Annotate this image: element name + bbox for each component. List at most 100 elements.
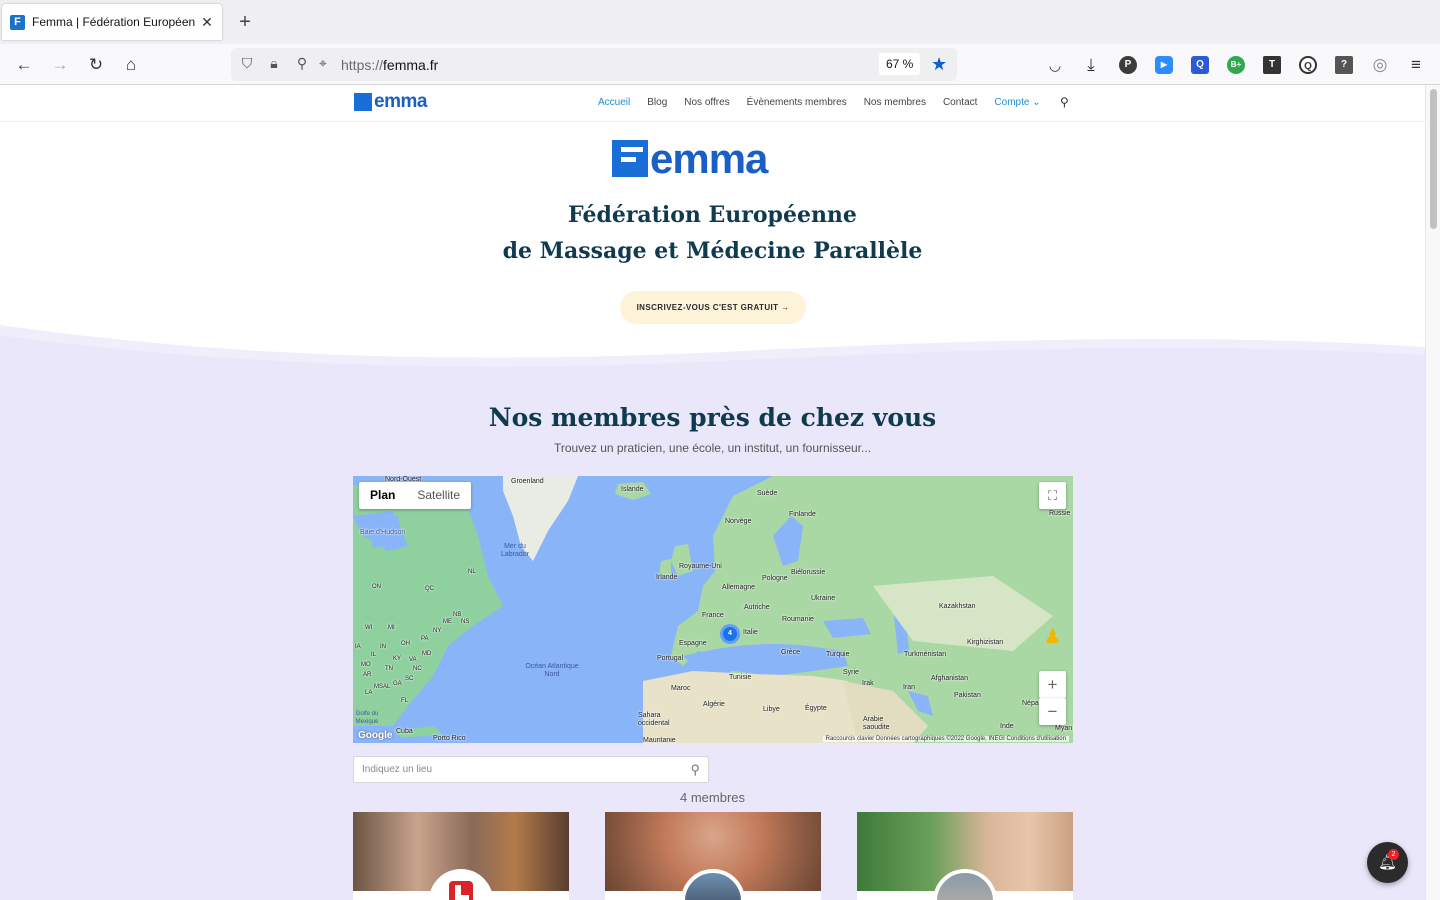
main-nav: Accueil Blog Nos offres Évènements membr… (598, 97, 1041, 108)
map-label: Porto Rico (433, 735, 466, 742)
map-label: Roumanie (782, 616, 814, 623)
chevron-down-icon: ⌄ (1032, 97, 1041, 108)
account-icon[interactable]: ◎ (1368, 53, 1392, 77)
zoom-in-button[interactable]: + (1039, 671, 1066, 698)
reload-icon[interactable]: ↻ (84, 53, 108, 77)
map-label: Pakistan (954, 692, 981, 699)
map-pin-icon[interactable]: ⚲ (690, 757, 700, 782)
permissions-icon[interactable]: ⚲ (293, 55, 311, 72)
map-label: IA (355, 644, 361, 650)
map-label: Pologne (762, 575, 788, 582)
map-label: KY (393, 656, 402, 662)
nav-accueil[interactable]: Accueil (598, 97, 630, 108)
members-map[interactable]: Groenland Nord-Ouest Islande Suède Finla… (353, 476, 1073, 743)
member-card[interactable] (353, 812, 569, 900)
map-label: MI (388, 625, 395, 631)
zoom-level[interactable]: 67 % (879, 53, 921, 75)
bplus-extension-icon[interactable]: B+ (1227, 56, 1245, 74)
hero-logo-wordmark: emma (650, 135, 768, 182)
map-type-plan[interactable]: Plan (359, 482, 406, 509)
map-label: PA (421, 636, 429, 642)
hero-title-line1: Fédération Européenne (568, 202, 857, 228)
member-card[interactable] (857, 812, 1073, 900)
map-type-satellite[interactable]: Satellite (406, 482, 471, 509)
map-label: Océan Atlantique Nord (525, 663, 579, 678)
map-label: Inde (1000, 723, 1014, 730)
close-tab-icon[interactable]: ✕ (200, 14, 214, 31)
bookmark-star-icon[interactable]: ★ (931, 54, 947, 75)
map-label: OH (401, 641, 410, 647)
map-label: QC (425, 586, 434, 592)
map-label: Royaume-Uni (679, 563, 722, 570)
map-label: Islande (621, 486, 644, 493)
q-extension-icon[interactable]: Q (1191, 56, 1209, 74)
nav-compte-label: Compte (994, 97, 1030, 108)
nav-evenements-membres[interactable]: Évènements membres (747, 97, 847, 108)
map-label: Italie (743, 629, 758, 636)
help-extension-icon[interactable]: ? (1335, 56, 1353, 74)
url-text[interactable]: https://femma.fr (341, 57, 438, 73)
tracking-shield-icon[interactable]: ⛉ (238, 55, 256, 72)
map-label: Russie (1049, 510, 1071, 517)
map-label: Suède (757, 490, 778, 497)
map-label: Ukraine (811, 595, 836, 602)
map-label: IL (371, 652, 377, 658)
map-label: Finlande (789, 511, 816, 518)
member-cluster-marker[interactable]: 4 (720, 624, 740, 644)
map-label: Mer du Labrador (500, 543, 530, 558)
place-search-input[interactable]: Indiquez un lieu ⚲ (353, 756, 709, 783)
notification-bell-button[interactable]: 🔔︎ 2 (1367, 842, 1408, 883)
lens-extension-icon[interactable]: Q (1299, 56, 1317, 74)
tab-title: Femma | Fédération Européenne (32, 15, 196, 29)
nav-compte[interactable]: Compte ⌄ (994, 97, 1040, 108)
map-attribution[interactable]: Raccourcis clavier Données cartographiqu… (822, 736, 1069, 742)
menu-icon[interactable]: ≡ (1404, 53, 1428, 77)
map-label: NL (468, 569, 476, 575)
pocket-icon[interactable]: ◡ (1043, 53, 1067, 77)
back-icon[interactable]: ← (12, 53, 36, 77)
nav-nos-membres[interactable]: Nos membres (864, 97, 926, 108)
notification-badge: 2 (1388, 849, 1399, 860)
femma-logo[interactable]: emma (354, 91, 427, 112)
navigation-toolbar: ← → ↻ ⌂ ⛉ 🔒︎ ⚲ ⌖ https://femma.fr 67 % ★… (0, 44, 1440, 85)
map-label: Syrie (843, 669, 859, 676)
map-label: Cuba (396, 728, 413, 735)
p-extension-icon[interactable]: P (1119, 56, 1137, 74)
map-label: Algérie (703, 701, 725, 708)
page-scrollbar[interactable] (1425, 85, 1440, 900)
nav-nos-offres[interactable]: Nos offres (684, 97, 729, 108)
member-card[interactable] (605, 812, 821, 900)
map-label: Biélorussie (791, 569, 826, 576)
map-label: AR (363, 672, 372, 678)
scrollbar-thumb[interactable] (1430, 89, 1437, 229)
lock-icon[interactable]: 🔒︎ (265, 55, 283, 72)
search-icon[interactable]: ⚲ (1060, 95, 1069, 109)
nav-blog[interactable]: Blog (647, 97, 667, 108)
forward-icon[interactable]: → (48, 53, 72, 77)
location-icon[interactable]: ⌖ (314, 55, 332, 72)
logo-wordmark: emma (374, 91, 427, 112)
map-label: Mauritanie (643, 737, 676, 743)
browser-tab[interactable]: F Femma | Fédération Européenne ✕ (2, 4, 222, 40)
download-icon[interactable]: ⤓ (1079, 53, 1103, 77)
map-label: Portugal (657, 655, 684, 662)
map-label: GA (393, 681, 402, 687)
map-label: MO (361, 662, 371, 668)
members-section-subtitle: Trouvez un praticien, une école, un inst… (553, 441, 872, 455)
new-tab-button[interactable]: + (234, 11, 256, 34)
map-label: Kazakhstan (939, 603, 976, 610)
t-extension-icon[interactable]: T (1263, 56, 1281, 74)
zoom-extension-icon[interactable]: ▶ (1155, 56, 1173, 74)
nav-contact[interactable]: Contact (943, 97, 977, 108)
site-header: emma Accueil Blog Nos offres Évènements … (0, 85, 1425, 122)
address-bar[interactable]: ⛉ 🔒︎ ⚲ ⌖ https://femma.fr 67 % ★ (231, 48, 957, 81)
map-label: Afghanistan (931, 675, 968, 682)
home-icon[interactable]: ⌂ (119, 53, 143, 77)
map-label: Sahara occidental (638, 712, 670, 727)
femma-logo-mark (354, 93, 372, 111)
signup-cta-button[interactable]: INSCRIVEZ-VOUS C'EST GRATUIT → (620, 291, 806, 324)
zoom-out-button[interactable]: − (1039, 698, 1066, 725)
map-label: Espagne (679, 640, 707, 647)
street-view-pegman-icon[interactable]: ♟ (1039, 624, 1066, 651)
fullscreen-icon[interactable]: ⛶ (1039, 482, 1066, 509)
